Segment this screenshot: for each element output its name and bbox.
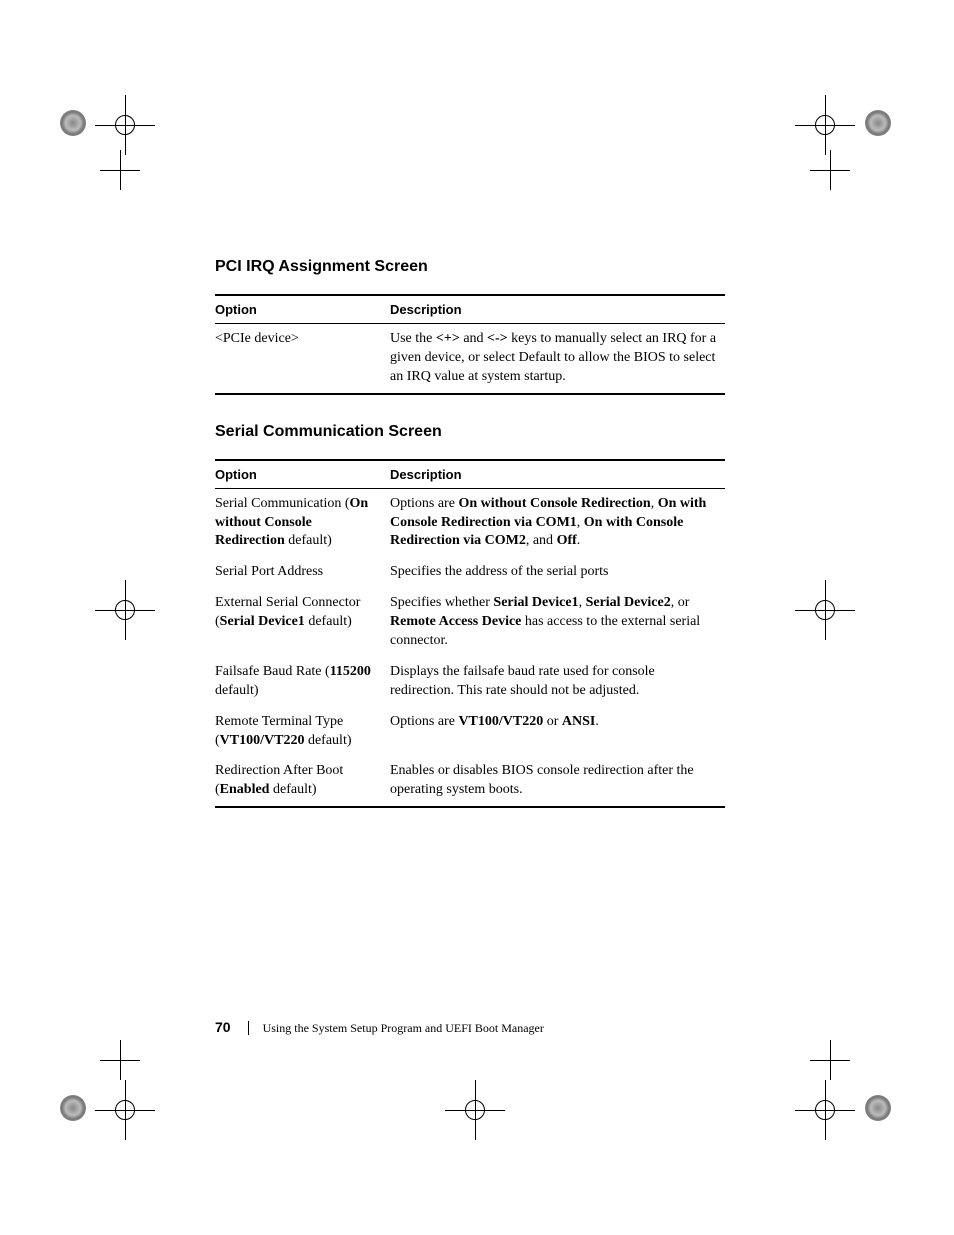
crop-mark-icon [100, 1040, 140, 1080]
description-cell: Specifies whether Serial Device1, Serial… [390, 588, 725, 657]
page-content: PCI IRQ Assignment Screen Option Descrip… [215, 258, 725, 836]
registration-dot-icon [865, 1095, 891, 1121]
registration-dot-icon [60, 1095, 86, 1121]
serial-comm-table: Option Description Serial Communication … [215, 459, 725, 809]
table-row: <PCIe device> Use the <+> and <-> keys t… [215, 324, 725, 394]
crop-mark-icon [810, 150, 850, 190]
option-cell: Serial Port Address [215, 557, 390, 588]
option-cell: Remote Terminal Type (VT100/VT220 defaul… [215, 707, 390, 757]
column-header-option: Option [215, 295, 390, 324]
column-header-description: Description [390, 295, 725, 324]
registration-mark-icon [95, 580, 155, 640]
description-cell: Enables or disables BIOS console redirec… [390, 756, 725, 807]
registration-mark-icon [795, 1080, 855, 1140]
description-cell: Displays the failsafe baud rate used for… [390, 657, 725, 707]
pci-irq-table: Option Description <PCIe device> Use the… [215, 294, 725, 395]
option-cell: Redirection After Boot (Enabled default) [215, 756, 390, 807]
description-cell: Specifies the address of the serial port… [390, 557, 725, 588]
table-row: Serial Port Address Specifies the addres… [215, 557, 725, 588]
registration-mark-icon [95, 95, 155, 155]
registration-mark-icon [95, 1080, 155, 1140]
table-row: External Serial Connector (Serial Device… [215, 588, 725, 657]
page-number: 70 [215, 1019, 231, 1035]
section-heading-serial-comm: Serial Communication Screen [215, 423, 725, 441]
registration-mark-icon [445, 1080, 505, 1140]
section-heading-pci-irq: PCI IRQ Assignment Screen [215, 258, 725, 276]
table-row: Serial Communication (On without Console… [215, 488, 725, 557]
option-cell: External Serial Connector (Serial Device… [215, 588, 390, 657]
registration-dot-icon [865, 110, 891, 136]
footer-chapter: Using the System Setup Program and UEFI … [248, 1021, 544, 1035]
table-row: Failsafe Baud Rate (115200 default) Disp… [215, 657, 725, 707]
crop-mark-icon [810, 1040, 850, 1080]
crop-mark-icon [100, 150, 140, 190]
description-cell: Options are On without Console Redirecti… [390, 488, 725, 557]
registration-mark-icon [795, 95, 855, 155]
column-header-description: Description [390, 460, 725, 489]
option-cell: Failsafe Baud Rate (115200 default) [215, 657, 390, 707]
page-footer: 70 Using the System Setup Program and UE… [215, 1019, 725, 1036]
option-cell: <PCIe device> [215, 324, 390, 394]
table-row: Redirection After Boot (Enabled default)… [215, 756, 725, 807]
page: PCI IRQ Assignment Screen Option Descrip… [0, 0, 954, 1235]
registration-dot-icon [60, 110, 86, 136]
description-cell: Options are VT100/VT220 or ANSI. [390, 707, 725, 757]
column-header-option: Option [215, 460, 390, 489]
registration-mark-icon [795, 580, 855, 640]
table-row: Remote Terminal Type (VT100/VT220 defaul… [215, 707, 725, 757]
option-cell: Serial Communication (On without Console… [215, 488, 390, 557]
description-cell: Use the <+> and <-> keys to manually sel… [390, 324, 725, 394]
